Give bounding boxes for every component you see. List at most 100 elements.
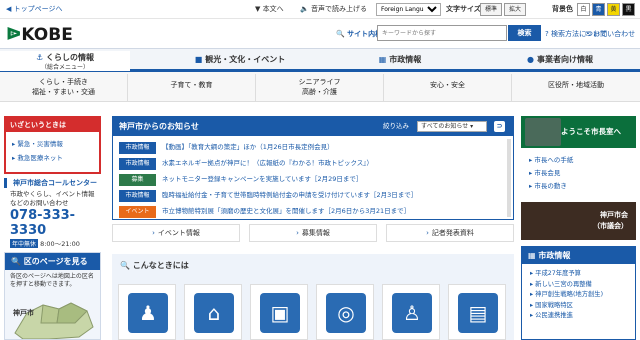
- mayor-banner[interactable]: ようこそ市長室へ: [521, 116, 636, 148]
- rings-icon: ◎: [326, 293, 366, 333]
- map-city-label: 神戸市: [13, 309, 34, 317]
- ward-desc: 各区のページへは地図上の区名を押すと移動できます。: [10, 273, 94, 288]
- language-select[interactable]: Foreign Languages: [376, 3, 441, 16]
- emergency-box: いざというときは ▸ 緊急・災害情報 ▸ 救急医療ネット: [4, 116, 101, 174]
- elderly-icon: ♙: [392, 293, 432, 333]
- city-info-title: ▦ 市政情報: [522, 247, 635, 264]
- call-center-number[interactable]: 078-333-3330: [4, 208, 101, 238]
- nav-life-label: くらしの情報: [45, 53, 94, 62]
- call-center-box: 神戸市総合コールセンター 市政やくらし、イベント情報 などのお問い合わせ 078-…: [4, 178, 101, 248]
- building-icon: ▦: [378, 55, 387, 64]
- emergency-medical-link[interactable]: ▸ 救急医療ネット: [6, 150, 99, 164]
- news-panel: 神戸市からのお知らせ 絞り込み すべてのお知らせ ▾ ⊃ 市政情報 【動画】「教育…: [112, 116, 514, 220]
- tab-events[interactable]: › イベント情報: [112, 224, 240, 242]
- news-row[interactable]: 市政情報 臨時福祉給付金・子育て世帯臨時特例給付金の申請を受け付けています［2月3…: [119, 189, 417, 202]
- news-category: 市政情報: [119, 158, 156, 170]
- top-page-link[interactable]: ◀ トップページへ: [6, 4, 62, 14]
- search-button[interactable]: 検索: [508, 25, 541, 41]
- search-input[interactable]: [377, 25, 507, 41]
- businessman-icon: ●: [527, 55, 534, 64]
- news-category: 市政情報: [119, 142, 156, 154]
- search-icon: 🔍: [120, 261, 130, 270]
- call-desc-2: などのお問い合わせ: [10, 199, 69, 207]
- city-info-link[interactable]: ▸ 公民連携推進: [522, 309, 635, 320]
- situation-work-button[interactable]: ▣: [250, 284, 308, 340]
- ward-map-box: 🔍 区のページを見る 各区のページへは地図上の区名を押すと移動できます。 神戸市: [4, 252, 101, 340]
- city-info-link[interactable]: ▸ 新しい三宮の再整備: [522, 278, 635, 289]
- news-category: 募集: [119, 174, 156, 186]
- anchor-icon: ⚓: [36, 53, 44, 62]
- news-row[interactable]: 市政情報 【動画】「教育大綱の策定」ほか（1月26日市長定例会見）: [119, 141, 334, 154]
- emergency-title: いざというときは: [6, 118, 99, 132]
- news-row[interactable]: 市政情報 水素エネルギー拠点が神戸に！（広報紙の『わかる！市政トピックス』）: [119, 157, 373, 170]
- mayor-activity-link[interactable]: ▸ 市長の動き: [521, 178, 636, 191]
- mayor-press-link[interactable]: ▸ 市長会見: [521, 165, 636, 178]
- subnav-safety[interactable]: 安心・安全: [384, 74, 512, 101]
- disaster-info-link[interactable]: ▸ 緊急・災害情報: [6, 136, 99, 150]
- contact-link[interactable]: ✉ お問い合わせ: [585, 29, 635, 39]
- council-sublabel: （市議会）: [593, 222, 628, 230]
- news-category: イベント: [119, 206, 156, 218]
- logo-text: KOBE: [21, 25, 73, 45]
- nav-city-info[interactable]: ▦ 市政情報: [355, 51, 445, 71]
- news-row[interactable]: 募集 ネットモニター登録キャンペーンを実施しています［2月29日まで］: [119, 173, 362, 186]
- kobe-logo[interactable]: ᐉKOBE: [6, 25, 73, 45]
- utility-bar: ◀ トップページへ ▼ 本文へ 🔈 音声で読み上げる Foreign Langu…: [0, 0, 640, 19]
- news-link[interactable]: 【動画】「教育大綱の策定」ほか（1月26日市長定例会見）: [162, 143, 334, 151]
- situations-title: 🔍 こんなときには: [120, 261, 189, 270]
- bg-blue-button[interactable]: 青: [592, 3, 605, 16]
- rss-icon[interactable]: ⊃: [494, 121, 505, 132]
- bg-white-button[interactable]: 白: [577, 3, 590, 16]
- tab-press[interactable]: › 記者発表資料: [386, 224, 514, 242]
- news-link[interactable]: 臨時福祉給付金・子育て世帯臨時特例給付金の申請を受け付けています［2月3日まで］: [162, 191, 417, 199]
- city-info-link[interactable]: ▸ 神戸創生戦略(地方創生): [522, 288, 635, 299]
- mayor-photo: [525, 118, 561, 146]
- briefcase-icon: ▣: [260, 293, 300, 333]
- news-link[interactable]: 市立博物館特別展「須磨の歴史と文化展」を開催します［2月6日から3月21日まで］: [162, 207, 410, 215]
- situation-senior-button[interactable]: ♙: [382, 284, 440, 340]
- font-large-button[interactable]: 拡大: [504, 3, 526, 16]
- ward-title[interactable]: 🔍 区のページを見る: [5, 253, 100, 270]
- nav-life-sub: （総合メニュー）: [40, 64, 89, 71]
- info-tabs: › イベント情報 › 募集情報 › 記者発表資料: [112, 224, 514, 242]
- news-link[interactable]: 水素エネルギー拠点が神戸に！（広報紙の『わかる！市政トピックス』）: [162, 159, 373, 167]
- call-center-title: 神戸市総合コールセンター: [4, 178, 101, 188]
- subnav-living[interactable]: くらし・手続き 福祉・すまい・交通: [0, 74, 128, 101]
- tab-recruitment[interactable]: › 募集情報: [249, 224, 377, 242]
- mayor-letter-link[interactable]: ▸ 市長への手紙: [521, 152, 636, 165]
- city-info-box: ▦ 市政情報 ▸ 平成27年度予算 ▸ 新しい三宮の再整備 ▸ 神戸創生戦略(地…: [521, 246, 636, 340]
- situation-school-button[interactable]: ⌂: [184, 284, 242, 340]
- subnav-childcare[interactable]: 子育て・教育: [128, 74, 256, 101]
- kobe-mark-icon: ᐉ: [6, 25, 22, 45]
- city-info-link[interactable]: ▸ 平成27年度予算: [522, 267, 635, 278]
- font-standard-button[interactable]: 標準: [480, 3, 502, 16]
- news-link[interactable]: ネットモニター登録キャンペーンを実施しています［2月29日まで］: [162, 175, 362, 183]
- situation-certificate-button[interactable]: ▤: [448, 284, 506, 340]
- bg-color-label: 背景色: [552, 5, 573, 13]
- nav-business[interactable]: ● 事業者向け情報: [505, 51, 615, 71]
- news-scrollbar[interactable]: [507, 139, 511, 217]
- bg-black-button[interactable]: 黒: [622, 3, 635, 16]
- sub-nav: くらし・手続き 福祉・すまい・交通 子育て・教育 シニアライフ 高齢・介護 安心・安…: [0, 72, 640, 102]
- mayor-links: ▸ 市長への手紙 ▸ 市長会見 ▸ 市長の動き: [521, 152, 636, 191]
- read-aloud-link[interactable]: 🔈 音声で読み上げる: [300, 4, 367, 14]
- skip-to-content-link[interactable]: ▼ 本文へ: [255, 4, 284, 14]
- mayor-title: ようこそ市長室へ: [561, 127, 621, 136]
- nav-life-info[interactable]: ⚓ くらしの情報 （総合メニュー）: [0, 51, 130, 74]
- search-icon: 🔍: [11, 257, 21, 266]
- news-row[interactable]: イベント 市立博物館特別展「須磨の歴史と文化展」を開催します［2月6日から3月21…: [119, 205, 410, 218]
- nav-tourism[interactable]: ■ 観光・文化・イベント: [185, 51, 295, 71]
- subnav-senior[interactable]: シニアライフ 高齢・介護: [256, 74, 384, 101]
- situations-panel: 🔍 こんなときには ♟ ⌂ ▣ ◎ ♙ ▤: [112, 254, 514, 340]
- certificate-icon: ▤: [458, 293, 498, 333]
- subnav-ward[interactable]: 区役所・地域活動: [512, 74, 640, 101]
- bg-yellow-button[interactable]: 黄: [607, 3, 620, 16]
- city-info-link[interactable]: ▸ 国家戦略特区: [522, 299, 635, 310]
- city-council-banner[interactable]: 神戸市会 （市議会）: [521, 202, 636, 240]
- filter-label: 絞り込み: [383, 122, 409, 130]
- news-category: 市政情報: [119, 190, 156, 202]
- situation-marriage-button[interactable]: ◎: [316, 284, 374, 340]
- news-filter-select[interactable]: すべてのお知らせ ▾: [417, 121, 487, 132]
- situation-child-button[interactable]: ♟: [118, 284, 176, 340]
- suitcase-icon: ■: [194, 55, 203, 64]
